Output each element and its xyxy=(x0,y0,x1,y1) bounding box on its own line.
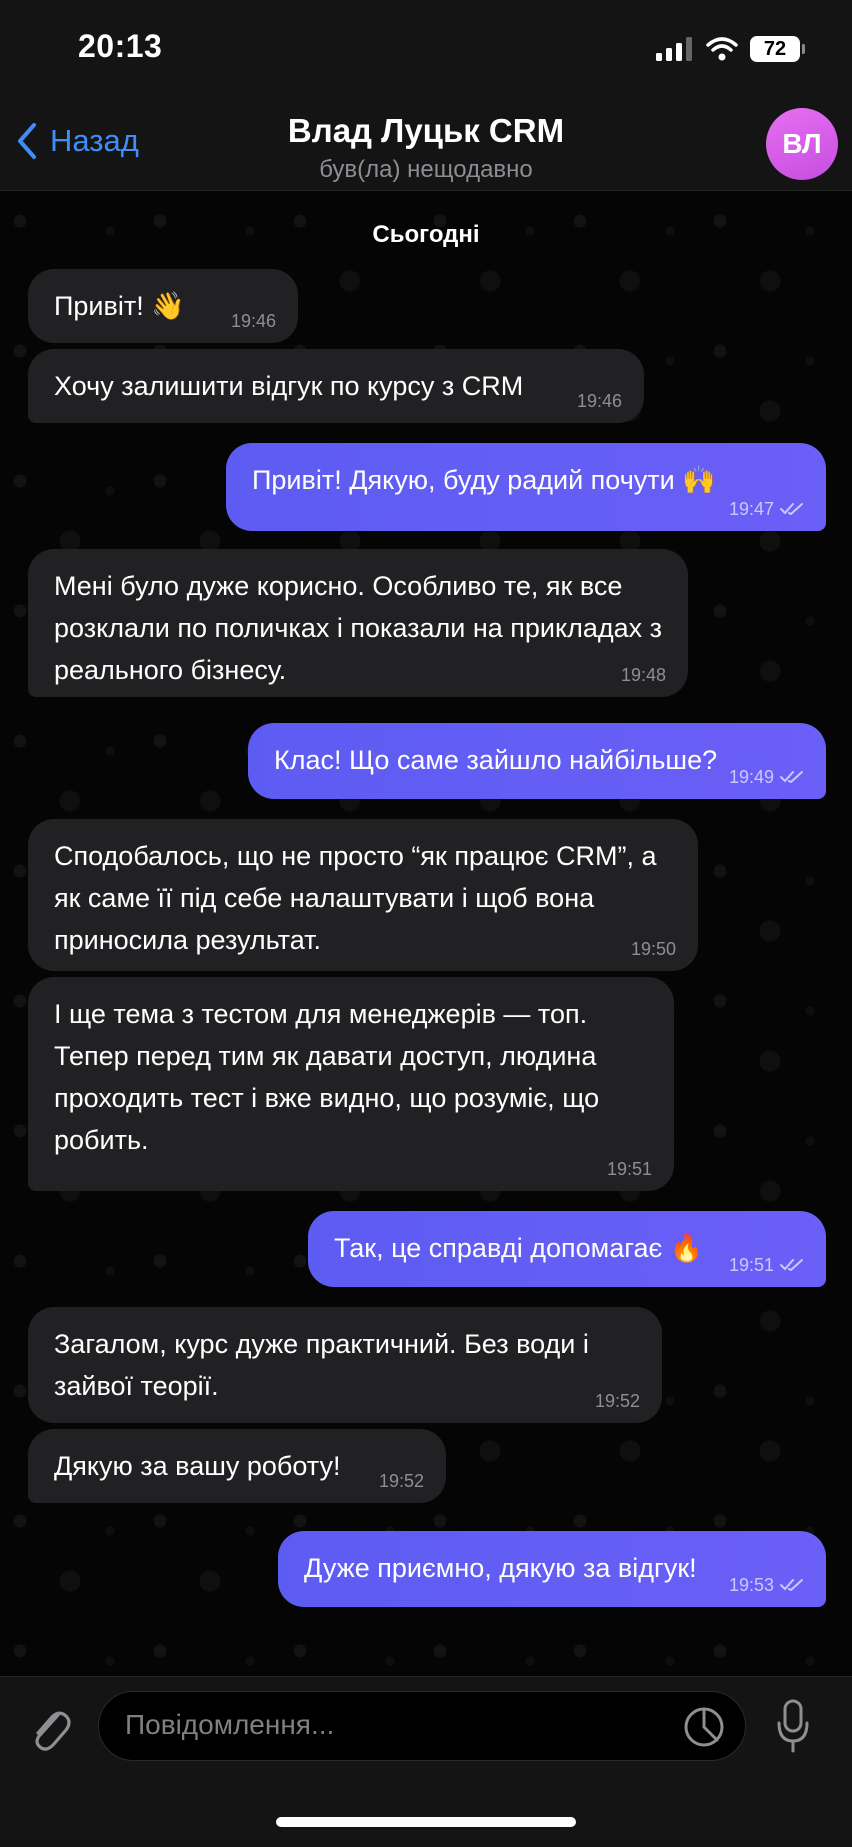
signal-icon xyxy=(656,37,692,61)
message-text: Мені було дуже корисно. Особливо те, як … xyxy=(54,571,663,685)
home-indicator xyxy=(276,1817,576,1827)
avatar[interactable]: ВЛ xyxy=(766,108,838,180)
message-text: Так, це справді допомагає 🔥 xyxy=(334,1233,704,1263)
message-text: Дуже приємно, дякую за відгук! xyxy=(304,1553,697,1583)
chat-header: Назад Влад Луцьк CRM був(ла) нещодавно В… xyxy=(0,100,852,191)
message-list[interactable]: Сьогодні Привіт! 👋 19:46 Хочу залишити в… xyxy=(0,191,852,1676)
read-receipt-icon xyxy=(780,771,803,783)
message-text: Привіт! 👋 xyxy=(54,291,185,321)
message-text: Сподобалось, що не просто “як працює CRM… xyxy=(54,841,657,955)
message-time: 19:49 xyxy=(728,767,774,787)
message-text: Привіт! Дякую, буду радий почути 🙌 xyxy=(252,465,716,495)
microphone-icon[interactable] xyxy=(776,1699,810,1755)
sticker-icon[interactable] xyxy=(683,1706,725,1748)
message-bubble[interactable]: Мені було дуже корисно. Особливо те, як … xyxy=(28,549,688,697)
message-input-placeholder: Повідомлення... xyxy=(125,1709,335,1740)
message-time: 19:51 xyxy=(728,1255,774,1275)
message-bubble[interactable]: Привіт! Дякую, буду радий почути 🙌 19:47 xyxy=(226,443,826,531)
message-bubble[interactable]: Привіт! 👋 19:46 xyxy=(28,269,298,343)
message-text: Хочу залишити відгук по курсу з CRM xyxy=(54,371,524,401)
message-time: 19:53 xyxy=(728,1575,774,1595)
message-text: Дякую за вашу роботу! xyxy=(54,1451,341,1481)
date-separator: Сьогодні xyxy=(372,221,480,248)
attach-icon[interactable] xyxy=(26,1701,72,1753)
message-bubble[interactable]: І ще тема з тестом для менеджерів — топ.… xyxy=(28,977,674,1191)
message-time: 19:47 xyxy=(728,499,774,519)
message-text: Загалом, курс дуже практичний. Без води … xyxy=(54,1329,589,1401)
composer-bar: Повідомлення... xyxy=(0,1676,852,1847)
message-time: 19:46 xyxy=(576,391,622,411)
message-time: 19:48 xyxy=(620,665,666,685)
status-icons: 72 xyxy=(656,34,805,64)
message-time: 19:50 xyxy=(630,939,676,959)
message-bubble[interactable]: Дуже приємно, дякую за відгук! 19:53 xyxy=(278,1531,826,1607)
message-bubble[interactable]: Сподобалось, що не просто “як працює CRM… xyxy=(28,819,698,971)
read-receipt-icon xyxy=(780,503,803,515)
read-receipt-icon xyxy=(780,1579,803,1591)
avatar-initials: ВЛ xyxy=(782,128,822,159)
wifi-icon xyxy=(706,37,738,61)
status-time: 20:13 xyxy=(78,28,163,64)
message-bubble[interactable]: Хочу залишити відгук по курсу з CRM 19:4… xyxy=(28,349,644,423)
message-time: 19:46 xyxy=(230,311,276,331)
message-text: І ще тема з тестом для менеджерів — топ.… xyxy=(54,999,600,1155)
message-bubble[interactable]: Так, це справді допомагає 🔥 19:51 xyxy=(308,1211,826,1287)
message-bubble[interactable]: Дякую за вашу роботу! 19:52 xyxy=(28,1429,446,1503)
battery-level: 72 xyxy=(763,37,787,60)
message-time: 19:52 xyxy=(378,1471,424,1491)
message-bubble[interactable]: Загалом, курс дуже практичний. Без води … xyxy=(28,1307,662,1423)
message-time: 19:51 xyxy=(606,1159,652,1179)
chat-title[interactable]: Влад Луцьк CRM xyxy=(0,112,852,150)
message-text: Клас! Що саме зайшло найбільше? xyxy=(274,745,718,775)
message-input[interactable]: Повідомлення... xyxy=(98,1691,746,1761)
read-receipt-icon xyxy=(780,1259,803,1271)
status-bar: 20:13 72 xyxy=(0,0,852,100)
message-bubble[interactable]: Клас! Що саме зайшло найбільше? 19:49 xyxy=(248,723,826,799)
last-seen-status: був(ла) нещодавно xyxy=(319,156,533,183)
message-time: 19:52 xyxy=(594,1391,640,1411)
battery-icon: 72 xyxy=(750,36,805,62)
